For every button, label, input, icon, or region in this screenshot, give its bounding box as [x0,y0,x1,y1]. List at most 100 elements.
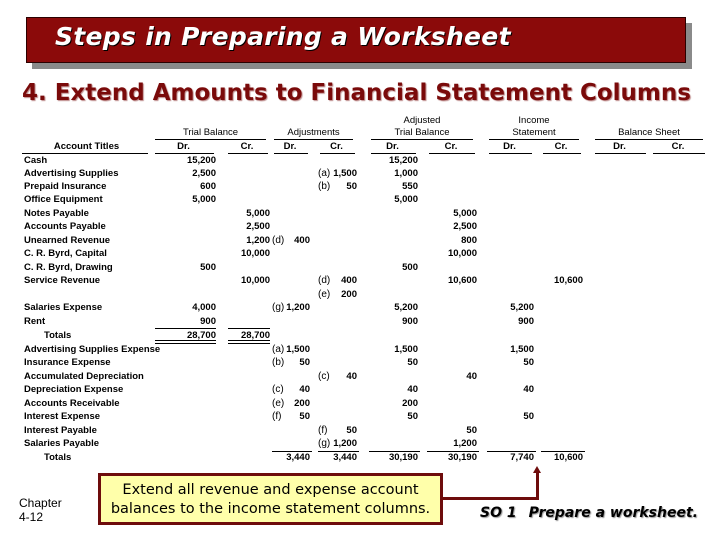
cell-value: 30,190 [447,452,477,463]
row-account-title: Interest Payable [24,425,97,436]
adjustment-amount: 200 [341,289,357,300]
cell-value: 40 [523,384,534,395]
cell-value: 2,500 [192,168,216,179]
adjustment-label: (g) [272,302,285,313]
adjustment-label: (b) [318,181,331,192]
cell-value: 500 [200,262,216,273]
adjustment-amount: 40 [299,384,310,395]
column-header-rule [371,153,416,154]
adjustment-entry: (f) 50 [272,411,310,422]
row-account-title: Insurance Expense [24,357,111,368]
worksheet-table: Trial Balance Adjustments Adjusted Trial Ba… [0,0,720,470]
cell-value: 900 [402,316,418,327]
chapter-label: Chapter 4-12 [19,496,62,524]
column-header-rule [274,153,308,154]
group-header: Trial Balance [182,127,239,138]
chapter-word: Chapter [19,496,62,510]
row-account-title: Service Revenue [24,275,101,286]
row-account-title: Interest Expense [24,411,101,422]
cell-value: 5,000 [246,208,270,219]
row-account-title: Totals [44,452,72,463]
cell-value: 1,200 [246,235,270,246]
dr-header: Dr. [177,141,190,152]
cell-value: 40 [407,384,418,395]
column-header-rule [155,153,214,154]
column-header-rule [489,153,532,154]
adjustment-amount: 1,500 [286,344,310,355]
cell-value: 4,000 [192,302,216,313]
adjustment-amount: 40 [346,371,357,382]
row-account-title: Salaries Payable [24,438,99,449]
adjustment-entry: (g) 1,200 [272,302,310,313]
adjustment-label: (c) [272,384,284,395]
adjustment-amount: 1,500 [333,168,357,179]
cell-value: 200 [402,398,418,409]
dr-header: Dr. [613,141,626,152]
adjustment-amount: 400 [341,275,357,286]
cell-value: 3,440 [286,452,310,463]
cell-value: 1,500 [510,344,534,355]
dr-header: Dr. [386,141,399,152]
cell-value: 30,190 [388,452,418,463]
group-header: Adjustments [287,127,340,138]
row-account-title: Cash [24,155,48,166]
callout-connector-vertical [536,472,539,500]
callout-line-1: Extend all revenue and expense account [122,482,419,498]
total-rule [427,451,479,452]
cell-value: 2,500 [246,221,270,232]
callout-box: Extend all revenue and expense account b… [98,473,443,525]
cell-value: 1,500 [394,344,418,355]
group-header: Statement [512,127,556,138]
column-header-rule [653,153,705,154]
adjustment-label: (g) [318,438,331,449]
cell-value: 50 [523,357,534,368]
group-header-line1: Adjusted [403,115,441,126]
row-account-title: Salaries Expense [24,302,103,313]
adjustment-amount: 50 [346,181,357,192]
column-header-rule [228,153,268,154]
total-rule [487,451,536,452]
adjustment-label: (c) [318,371,330,382]
dr-header: Dr. [283,141,297,152]
callout-line-2: balances to the income statement columns… [110,501,431,517]
cell-value: 40 [466,371,477,382]
adjustment-entry: (c) 40 [318,371,357,382]
adjustment-label: (a) [318,168,331,179]
column-header-rule [595,153,646,154]
adjustment-label: (d) [318,275,331,286]
adjustment-amount: 50 [299,357,310,368]
cell-value: 3,440 [333,452,357,463]
group-header-rule [595,139,703,140]
cr-header: Cr. [444,141,458,152]
cell-value: 5,000 [453,208,477,219]
cell-value: 5,200 [510,302,534,313]
row-account-title: Accounts Payable [24,221,106,232]
cell-value: 10,600 [447,275,477,286]
adjustment-label: (e) [272,398,285,409]
row-account-title: Depreciation Expense [24,384,124,395]
cell-value: 900 [518,316,534,327]
adjustment-label: (f) [318,425,328,436]
objective-code: SO 1 [480,505,517,521]
adjustment-amount: 1,200 [286,302,310,313]
adjustment-entry: (c) 40 [272,384,310,395]
total-rule [318,451,359,452]
row-account-title: Advertising Supplies Expense [24,344,161,355]
adjustment-entry: (f) 50 [318,425,357,436]
group-header-rule [371,139,473,140]
cr-header: Cr. [240,141,254,152]
study-objective: SO 1 Prepare a worksheet. [480,505,698,521]
cell-value: 50 [523,411,534,422]
group-header-rule [274,139,353,140]
total-rule [228,328,270,329]
row-account-title: Unearned Revenue [24,235,111,246]
cell-value: 1,000 [394,168,418,179]
column-header-rule [543,153,581,154]
adjustment-label: (d) [272,235,285,246]
adjustment-label: (e) [318,289,331,300]
dr-header: Dr. [503,141,516,152]
cr-header: Cr. [554,141,568,152]
adjustment-amount: 400 [294,235,310,246]
adjustment-label: (b) [272,357,285,368]
cell-value: 15,200 [186,155,216,166]
